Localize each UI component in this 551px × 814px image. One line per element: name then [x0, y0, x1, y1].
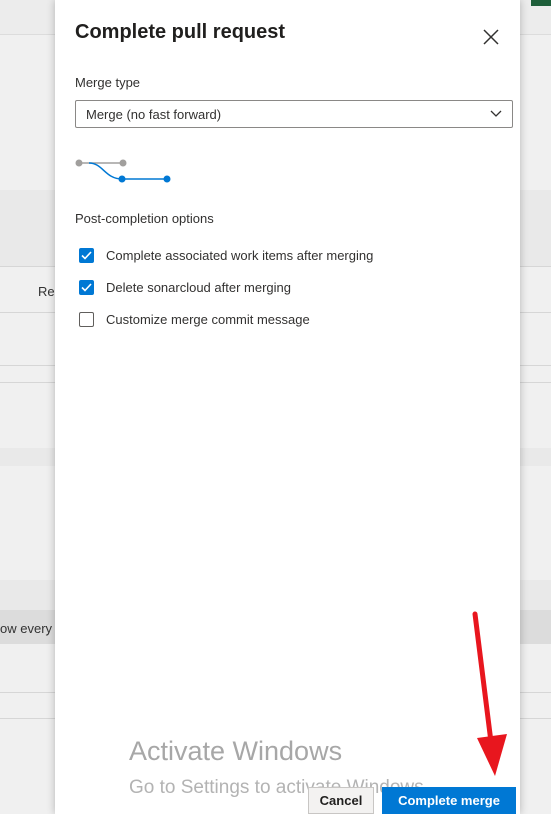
merge-type-value: Merge (no fast forward) — [86, 107, 222, 122]
background-partial-text: ow every — [0, 621, 53, 636]
option-complete-work-items[interactable]: Complete associated work items after mer… — [79, 246, 373, 264]
merge-diagram-icon — [75, 159, 171, 183]
background-accent-corner — [531, 0, 551, 6]
option-label: Delete sonarcloud after merging — [106, 279, 291, 295]
activate-windows-watermark-title: Activate Windows — [129, 736, 343, 766]
post-completion-label: Post-completion options — [75, 211, 214, 226]
cancel-button[interactable]: Cancel — [308, 787, 374, 814]
red-arrow-annotation — [472, 611, 507, 776]
merge-type-dropdown[interactable]: Merge (no fast forward) — [75, 100, 513, 128]
checkmark-icon — [81, 250, 92, 260]
checkbox-unchecked[interactable] — [79, 311, 94, 327]
chevron-down-icon — [490, 110, 502, 117]
close-button[interactable] — [478, 24, 504, 50]
checkbox-checked[interactable] — [79, 247, 94, 263]
background-partial-text: Re — [38, 284, 55, 299]
checkbox-checked[interactable] — [79, 279, 94, 295]
option-customize-commit-message[interactable]: Customize merge commit message — [79, 310, 310, 328]
dialog-title: Complete pull request — [75, 21, 286, 43]
merge-type-label: Merge type — [75, 75, 141, 90]
close-icon — [483, 29, 499, 45]
checkmark-icon — [81, 282, 92, 292]
complete-pull-request-dialog: Complete pull request Merge type Merge (… — [55, 0, 520, 814]
option-label: Customize merge commit message — [106, 311, 310, 327]
option-label: Complete associated work items after mer… — [106, 247, 374, 263]
option-delete-branch[interactable]: Delete sonarcloud after merging — [79, 278, 291, 296]
complete-merge-button[interactable]: Complete merge — [382, 787, 516, 814]
